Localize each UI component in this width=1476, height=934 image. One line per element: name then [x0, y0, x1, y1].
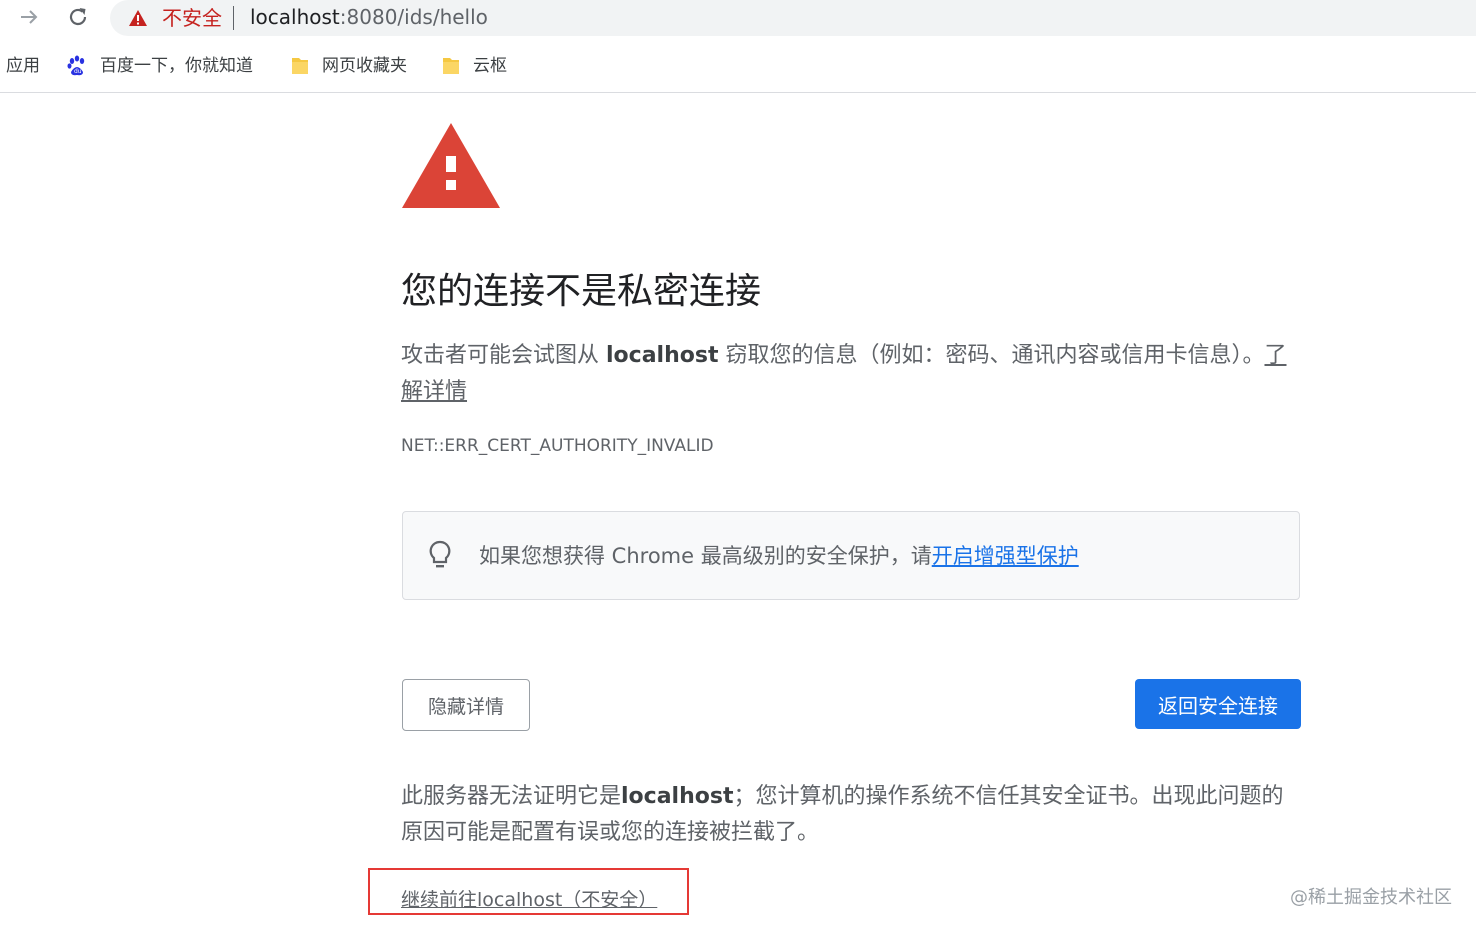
address-bar[interactable]: 不安全 localhost:8080/ids/hello	[110, 0, 1476, 36]
bookmark-baidu[interactable]: du 百度一下，你就知道	[66, 54, 253, 78]
forward-button[interactable]	[14, 2, 44, 32]
bookmark-label: 云枢	[473, 56, 507, 76]
enhanced-protection-text: 如果您想获得 Chrome 最高级别的安全保护，请开启增强型保护	[479, 540, 1079, 572]
bookmark-label: 百度一下，你就知道	[100, 56, 253, 76]
browser-toolbar: 不安全 localhost:8080/ids/hello	[0, 0, 1476, 36]
back-to-safety-button[interactable]: 返回安全连接	[1135, 679, 1301, 729]
proceed-unsafe-link[interactable]: 继续前往localhost（不安全）	[401, 886, 657, 914]
not-secure-label[interactable]: 不安全	[162, 4, 222, 32]
bookmark-label: 网页收藏夹	[322, 56, 407, 76]
url-host: localhost	[250, 5, 340, 29]
bookmarks-bar: 应用 du 百度一下，你就知道 网页收藏夹 云枢	[0, 44, 1476, 90]
explanation-prefix: 攻击者可能会试图从	[401, 343, 606, 368]
error-code: NET::ERR_CERT_AUTHORITY_INVALID	[401, 436, 714, 456]
page-title: 您的连接不是私密连接	[401, 271, 762, 312]
arrow-right-icon	[21, 10, 38, 24]
folder-icon	[441, 55, 461, 77]
hide-details-button[interactable]: 隐藏详情	[402, 679, 530, 731]
bookmark-folder[interactable]: 网页收藏夹	[290, 54, 407, 78]
explanation-suffix: 窃取您的信息（例如：密码、通讯内容或信用卡信息）。	[718, 343, 1265, 368]
explanation-paragraph: 攻击者可能会试图从 localhost 窃取您的信息（例如：密码、通讯内容或信用…	[401, 338, 1301, 410]
watermark: @稀土掘金技术社区	[1290, 887, 1452, 908]
explanation-host: localhost	[606, 343, 719, 368]
svg-text:du: du	[74, 68, 82, 75]
warning-triangle-icon[interactable]	[128, 9, 148, 31]
toolbar-divider	[0, 92, 1476, 93]
details-host: localhost	[621, 784, 734, 809]
folder-icon	[290, 55, 310, 77]
bookmark-apps-label: 应用	[6, 56, 40, 76]
lightbulb-icon	[427, 540, 453, 576]
enable-enhanced-protection-link[interactable]: 开启增强型保护	[932, 544, 1079, 568]
details-paragraph: 此服务器无法证明它是localhost；您计算机的操作系统不信任其安全证书。出现…	[401, 779, 1301, 851]
enhanced-text-body: 如果您想获得 Chrome 最高级别的安全保护，请	[479, 544, 932, 568]
reload-button[interactable]	[63, 2, 93, 32]
url-path: :8080/ids/hello	[339, 5, 488, 29]
enhanced-protection-box: 如果您想获得 Chrome 最高级别的安全保护，请开启增强型保护	[402, 511, 1300, 600]
details-prefix: 此服务器无法证明它是	[401, 784, 622, 809]
baidu-paw-icon: du	[66, 55, 88, 77]
large-warning-icon	[400, 120, 502, 214]
omnibox-separator	[233, 6, 234, 30]
bookmark-folder[interactable]: 云枢	[441, 54, 507, 78]
reload-icon	[69, 8, 87, 26]
url-text[interactable]: localhost:8080/ids/hello	[250, 3, 488, 31]
bookmark-apps[interactable]: 应用	[6, 54, 40, 78]
